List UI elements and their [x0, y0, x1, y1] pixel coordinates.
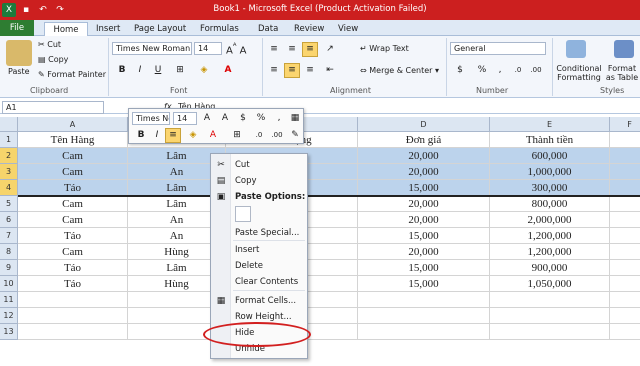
table-cell[interactable] — [610, 244, 640, 260]
highlight-oval — [203, 322, 311, 347]
table-cell[interactable]: Táo — [18, 260, 128, 276]
mini-fill-icon[interactable]: ◈ — [185, 128, 201, 143]
table-cell[interactable]: 1,200,000 — [490, 244, 610, 260]
table-cell[interactable]: Cam — [18, 244, 128, 260]
mini-format-icon[interactable]: ▦ — [287, 111, 303, 126]
scissors-icon: ✂ — [217, 160, 225, 170]
menu-paste-options: Paste Options: — [235, 192, 306, 202]
table-cell[interactable]: Đơn giá — [358, 132, 490, 148]
clipboard-icon: ▣ — [216, 192, 226, 202]
table-cell[interactable]: Thành tiền — [490, 132, 610, 148]
table-cell[interactable]: 15,000 — [358, 260, 490, 276]
format-cells-icon: ▦ — [216, 296, 226, 306]
table-cell[interactable] — [610, 324, 640, 340]
table-cell[interactable] — [490, 324, 610, 340]
table-cell[interactable]: 15,000 — [358, 180, 490, 196]
mini-currency-icon[interactable]: $ — [235, 111, 251, 126]
mini-shrink-font-icon[interactable]: A — [217, 111, 233, 126]
table-cell[interactable] — [610, 196, 640, 212]
table-cell[interactable]: 1,200,000 — [490, 228, 610, 244]
menu-copy[interactable]: Copy — [235, 176, 257, 186]
table-cell[interactable]: 15,000 — [358, 228, 490, 244]
table-cell[interactable] — [490, 292, 610, 308]
table-cell[interactable] — [610, 164, 640, 180]
menu-paste-special[interactable]: Paste Special... — [235, 228, 299, 238]
table-cell[interactable] — [610, 308, 640, 324]
mini-comma-icon[interactable]: , — [271, 111, 287, 126]
table-cell[interactable] — [18, 292, 128, 308]
menu-row-height[interactable]: Row Height... — [235, 312, 292, 322]
table-cell[interactable]: Tên Hàng — [18, 132, 128, 148]
table-cell[interactable]: Cam — [18, 196, 128, 212]
table-cell[interactable]: Cam — [18, 148, 128, 164]
table-cell[interactable] — [358, 308, 490, 324]
mini-font-select[interactable]: Times Ne — [132, 112, 170, 125]
mini-grow-font-icon[interactable]: A — [199, 111, 215, 126]
mini-toolbar: Times Ne 14 A A $ % , ▦ B I ≡ ◈ A ⊞ .0 .… — [128, 108, 304, 144]
table-cell[interactable]: Táo — [18, 180, 128, 196]
table-cell[interactable] — [610, 276, 640, 292]
table-cell[interactable] — [610, 180, 640, 196]
worksheet-grid[interactable]: Tên HàngNhân viênSố lượngĐơn giáThành ti… — [0, 0, 640, 366]
mini-italic-button[interactable]: I — [149, 128, 165, 143]
table-cell[interactable]: Táo — [18, 228, 128, 244]
table-cell[interactable] — [490, 308, 610, 324]
table-cell[interactable]: 20,000 — [358, 148, 490, 164]
mini-center-icon[interactable]: ≡ — [165, 128, 181, 143]
mini-percent-icon[interactable]: % — [253, 111, 269, 126]
table-cell[interactable]: 600,000 — [490, 148, 610, 164]
table-cell[interactable]: Cam — [18, 212, 128, 228]
menu-separator — [233, 240, 305, 241]
menu-cut[interactable]: Cut — [235, 160, 250, 170]
menu-format-cells[interactable]: Format Cells... — [235, 296, 296, 306]
table-cell[interactable]: 2,000,000 — [490, 212, 610, 228]
table-cell[interactable]: 20,000 — [358, 196, 490, 212]
menu-delete[interactable]: Delete — [235, 261, 263, 271]
table-cell[interactable]: 800,000 — [490, 196, 610, 212]
table-cell[interactable]: Táo — [18, 276, 128, 292]
table-cell[interactable] — [358, 292, 490, 308]
mini-size-select[interactable]: 14 — [173, 112, 197, 125]
copy-icon: ▤ — [216, 176, 226, 186]
mini-font-color-icon[interactable]: A — [205, 128, 221, 143]
table-cell[interactable] — [610, 228, 640, 244]
table-cell[interactable] — [18, 308, 128, 324]
table-cell[interactable]: 900,000 — [490, 260, 610, 276]
mini-format-painter-icon[interactable]: ✎ — [287, 128, 303, 143]
table-cell[interactable] — [358, 324, 490, 340]
table-cell[interactable]: 15,000 — [358, 276, 490, 292]
table-cell[interactable] — [610, 212, 640, 228]
paste-option-icon[interactable] — [235, 206, 251, 222]
table-cell[interactable]: 300,000 — [490, 180, 610, 196]
mini-increase-decimal-icon[interactable]: .0 — [251, 128, 267, 143]
selection-border — [18, 195, 640, 197]
menu-insert[interactable]: Insert — [235, 245, 259, 255]
table-cell[interactable] — [18, 324, 128, 340]
menu-clear-contents[interactable]: Clear Contents — [235, 277, 298, 287]
table-cell[interactable]: Cam — [18, 164, 128, 180]
table-cell[interactable] — [610, 260, 640, 276]
mini-border-icon[interactable]: ⊞ — [229, 128, 245, 143]
table-cell[interactable]: 1,050,000 — [490, 276, 610, 292]
table-cell[interactable]: 20,000 — [358, 244, 490, 260]
table-cell[interactable]: 20,000 — [358, 164, 490, 180]
table-cell[interactable]: 20,000 — [358, 212, 490, 228]
menu-separator — [233, 290, 305, 291]
mini-bold-button[interactable]: B — [133, 128, 149, 143]
table-cell[interactable] — [610, 132, 640, 148]
table-cell[interactable]: 1,000,000 — [490, 164, 610, 180]
table-cell[interactable] — [610, 292, 640, 308]
mini-decrease-decimal-icon[interactable]: .00 — [269, 128, 285, 143]
table-cell[interactable] — [610, 148, 640, 164]
